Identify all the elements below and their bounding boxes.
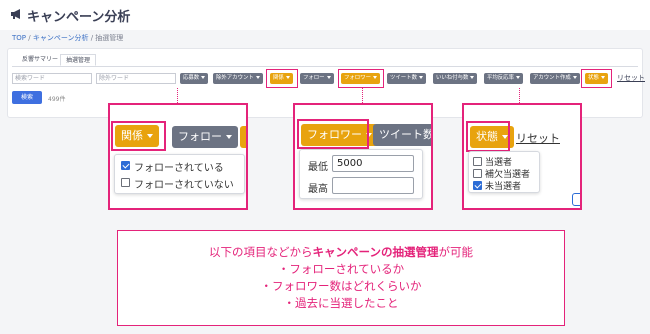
checkbox-substitute[interactable] (473, 169, 482, 178)
tab-summary[interactable]: 反響サマリー (17, 54, 63, 66)
filter-label: 平均反応率 (487, 75, 514, 81)
filter-label: ツイート数 (390, 75, 417, 81)
search-button[interactable]: 検索 (12, 91, 42, 104)
follow-button[interactable]: フォロー (172, 126, 238, 148)
checkbox-not-winner[interactable] (473, 181, 482, 190)
tweets-button[interactable]: ツイート数 (373, 124, 433, 146)
zoom-relation-panel: 関係 フォロー フォローされている フォローされていない (108, 103, 248, 210)
status-dropdown: 当選者 補欠当選者 未当選者 (468, 151, 540, 193)
filter-tweets-button[interactable]: ツイート数 (387, 73, 426, 84)
button-label: フォロー (178, 130, 222, 143)
option-not-followed-label: フォローされていない (134, 180, 234, 191)
button-label: ツイート数 (379, 128, 433, 141)
min-label: 最低 (308, 162, 328, 173)
filter-likes-button[interactable]: いいね付与数 (433, 73, 478, 84)
tab-lottery[interactable]: 抽選管理 (60, 54, 97, 66)
note-line-1: 以下の項目などからキャンペーンの抽選管理が可能 (118, 244, 564, 261)
next-filter-button[interactable] (240, 126, 246, 148)
breadcrumb-separator: / (26, 34, 33, 42)
filter-follow-button[interactable]: フォロー (300, 73, 334, 84)
note-line-3: ・フォロワー数はどれくらいか (260, 279, 422, 293)
filter-entries-button[interactable]: 応募数 (180, 73, 209, 84)
description-box: 以下の項目などからキャンペーンの抽選管理が可能 ・フォローされているか ・フォロ… (117, 230, 565, 326)
filter-label: いいね付与数 (436, 75, 469, 81)
filter-reaction-rate-button[interactable]: 平均反応率 (484, 73, 523, 84)
filter-account-created-button[interactable]: アカウント作成 (530, 73, 580, 84)
connector-line (177, 88, 178, 103)
filter-exclude-account-button[interactable]: 除外アカウント (213, 73, 263, 84)
checkbox-not-followed[interactable] (121, 178, 130, 187)
filter-label: アカウント作成 (533, 75, 571, 81)
checkbox-winner[interactable] (473, 157, 482, 166)
highlight-status (581, 69, 612, 88)
filter-label: 除外アカウント (216, 75, 254, 81)
option-followed-label: フォローされている (134, 163, 224, 174)
filter-label: フォロー (303, 75, 325, 81)
follower-dropdown: 最低 5000 最高 (299, 149, 423, 199)
relation-dropdown: フォローされている フォローされていない (114, 154, 245, 194)
max-label: 最高 (308, 184, 328, 195)
note-bold-text: キャンペーンの抽選管理 (312, 245, 439, 259)
note-text: 以下の項目などから (209, 245, 313, 259)
highlight-relation (266, 69, 298, 88)
search-input[interactable]: 検索ワード (12, 73, 92, 84)
result-count: 499件 (48, 96, 66, 103)
note-text: が可能 (438, 245, 473, 259)
partial-button (572, 193, 580, 206)
zoom-follower-panel: フォロワー ツイート数 最低 5000 最高 (293, 103, 433, 210)
zoom-status-panel: 状態 リセット 当選者 補欠当選者 未当選者 (462, 103, 582, 210)
page-title: キャンペーン分析 (27, 10, 131, 25)
note-line-4: ・過去に当選したこと (283, 296, 399, 310)
tab-divider (12, 66, 638, 67)
connector-line (519, 88, 520, 103)
highlight-follower (338, 69, 384, 88)
breadcrumb-top[interactable]: TOP (12, 34, 26, 42)
highlight-relation-zoom (111, 121, 166, 151)
note-line-2: ・フォローされているか (277, 262, 405, 276)
exclude-input[interactable]: 除外ワード (96, 73, 176, 84)
highlight-status-zoom (466, 121, 510, 152)
page-header: キャンペーン分析 (0, 0, 650, 30)
breadcrumb: TOP / キャンペーン分析 / 抽選管理 (12, 33, 123, 43)
min-followers-input[interactable]: 5000 (332, 155, 414, 172)
breadcrumb-campaign[interactable]: キャンペーン分析 (33, 34, 89, 42)
status-reset-link[interactable]: リセット (516, 130, 560, 146)
option-not-winner-label: 未当選者 (485, 182, 522, 192)
breadcrumb-current: 抽選管理 (95, 34, 124, 42)
reset-link[interactable]: リセット (617, 73, 645, 83)
app-window: キャンペーン分析 TOP / キャンペーン分析 / 抽選管理 反響サマリー 抽選… (0, 0, 650, 334)
filter-label: 応募数 (183, 75, 200, 81)
megaphone-icon (11, 9, 20, 19)
checkbox-followed[interactable] (121, 161, 130, 170)
max-followers-input[interactable] (332, 177, 414, 194)
connector-line (362, 88, 363, 103)
highlight-follower-zoom (297, 119, 369, 149)
